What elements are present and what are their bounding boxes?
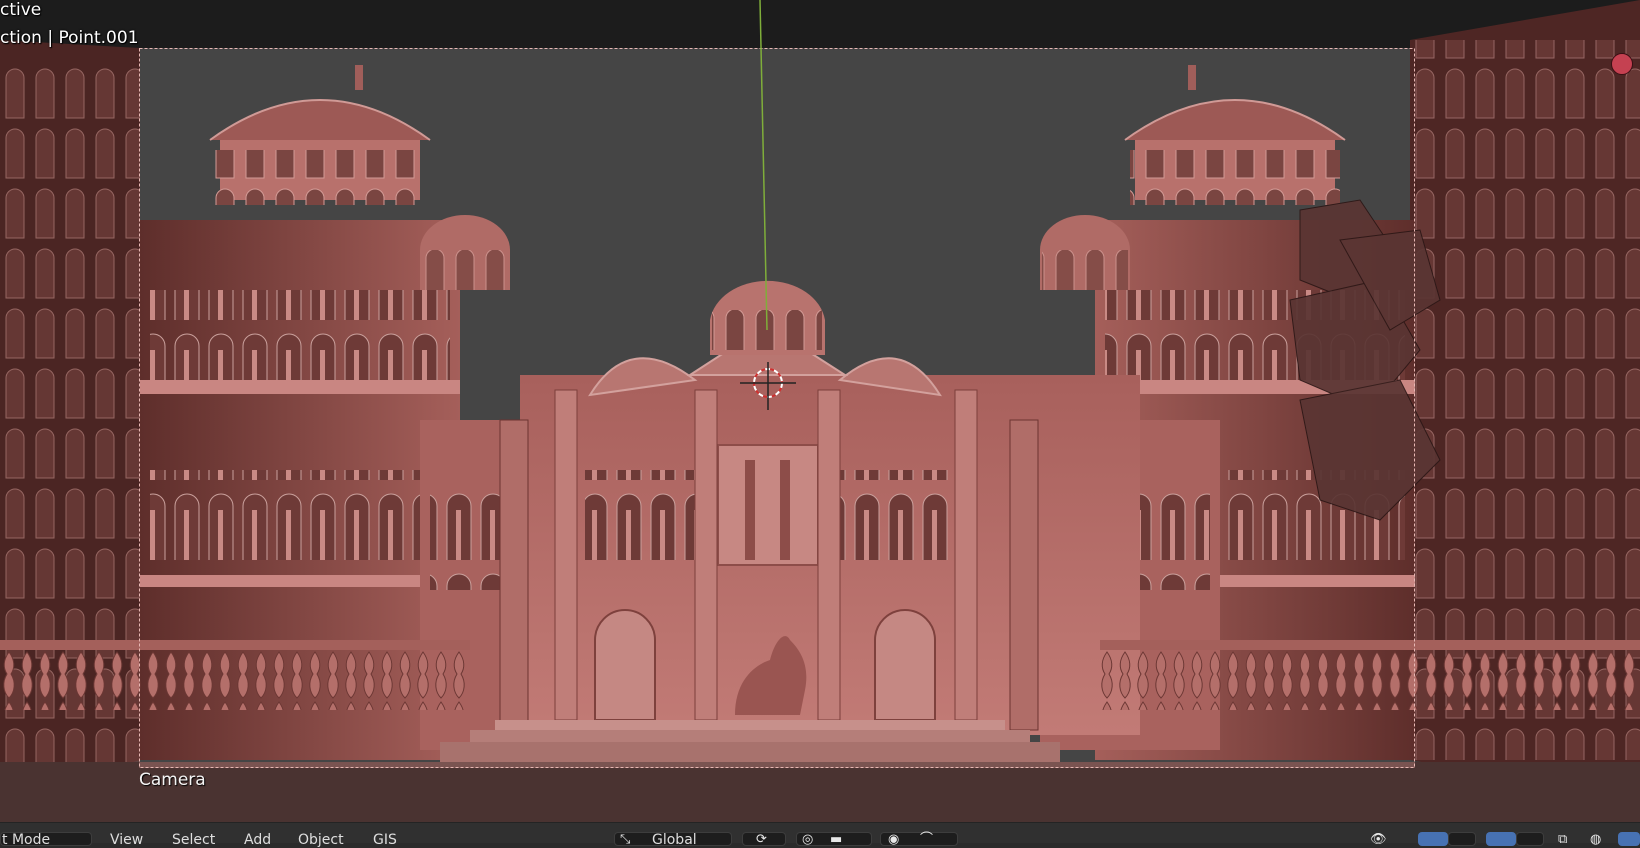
overlay-toggle[interactable] — [1486, 832, 1516, 846]
xray-icon[interactable]: ⧉ — [1558, 833, 1567, 847]
snap-target-icon: ▬ — [830, 832, 843, 847]
menu-view[interactable]: View — [110, 833, 143, 847]
scene-render — [0, 0, 1640, 822]
viewport-header: t Mode View Select Add Object GIS ⤡ Glob… — [0, 822, 1640, 847]
wireframe-shading-icon[interactable]: ◍ — [1590, 833, 1601, 847]
viewport-collection-text: ction | Point.001 — [0, 28, 139, 48]
mode-label: t Mode — [2, 832, 51, 848]
solid-shading-button[interactable] — [1618, 832, 1640, 846]
record-dot-icon[interactable] — [1611, 53, 1633, 75]
gizmo-dropdown[interactable] — [1448, 832, 1476, 846]
viewport-mode-text: ctive — [0, 0, 42, 20]
transform-orientation-icon: ⤡ — [620, 832, 631, 847]
gizmo-toggle[interactable] — [1418, 832, 1448, 846]
menu-add[interactable]: Add — [244, 833, 271, 847]
3d-viewport[interactable]: ctive ction | Point.001 Camera — [0, 0, 1640, 822]
visibility-eye-icon[interactable]: 👁 — [1370, 833, 1387, 847]
falloff-icon: ⌒ — [920, 832, 934, 847]
menu-gis[interactable]: GIS — [373, 833, 397, 847]
menu-object[interactable]: Object — [298, 833, 344, 847]
pivot-icon: ⟳ — [756, 832, 767, 847]
snap-icon: ◎ — [802, 832, 814, 847]
overlay-dropdown[interactable] — [1516, 832, 1544, 846]
camera-name-label: Camera — [139, 770, 206, 790]
orientation-label: Global — [652, 832, 697, 848]
proportional-edit-icon: ◉ — [888, 832, 900, 847]
menu-select[interactable]: Select — [172, 833, 215, 847]
